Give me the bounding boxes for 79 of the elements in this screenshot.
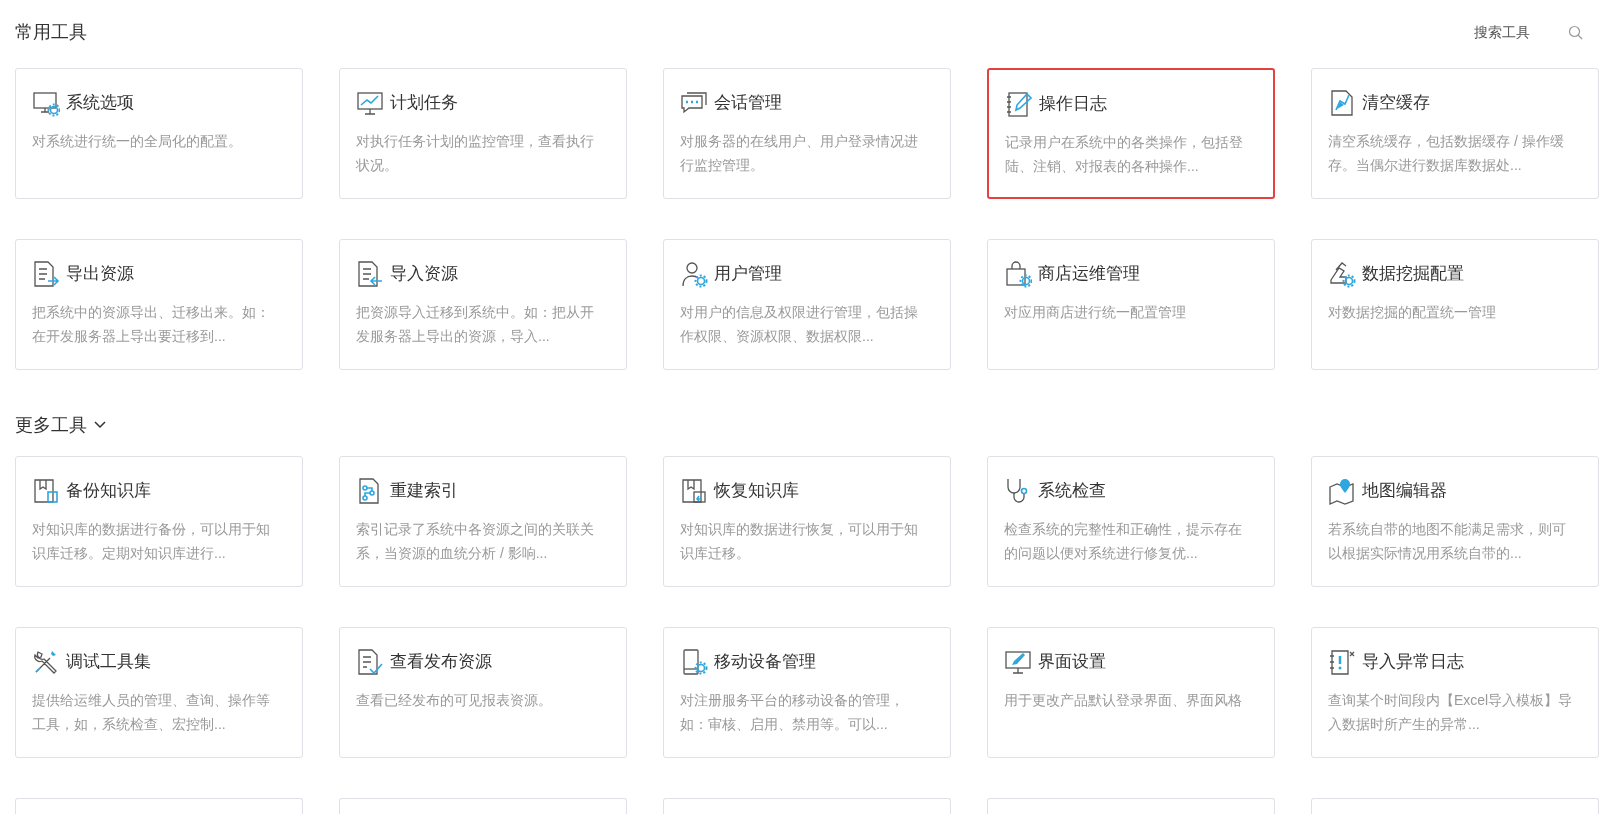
tool-card[interactable]: 系统选项 对系统进行统一的全局化的配置。 xyxy=(15,68,303,199)
user-gear-icon xyxy=(680,260,708,288)
tool-card[interactable]: 导入异常日志 查询某个时间段内【Excel导入模板】导入数据时所产生的异常... xyxy=(1311,627,1599,758)
book-arrow-icon xyxy=(680,477,708,505)
tool-card[interactable]: 重建索引 索引记录了系统中各资源之间的关联关系，当资源的血统分析 / 影响... xyxy=(339,456,627,587)
tool-card[interactable]: 地图编辑器 若系统自带的地图不能满足需求，则可以根据实际情况用系统自带的... xyxy=(1311,456,1599,587)
card-title: 系统选项 xyxy=(66,92,134,115)
card-description: 用于更改产品默认登录界面、界面风格 xyxy=(1004,691,1243,710)
card-description: 对数据挖掘的配置统一管理 xyxy=(1328,303,1497,322)
card-description: 对注册服务平台的移动设备的管理，如：审核、启用、禁用等。可以... xyxy=(680,691,905,734)
book-copy-icon xyxy=(32,477,60,505)
card-title: 清空缓存 xyxy=(1362,92,1430,115)
card-title: 界面设置 xyxy=(1038,651,1106,674)
card-description: 索引记录了系统中各资源之间的关联关系，当资源的血统分析 / 影响... xyxy=(356,520,595,563)
card-title: 会话管理 xyxy=(714,92,782,115)
card-description: 对知识库的数据进行备份，可以用于知识库迁移。定期对知识库进行... xyxy=(32,520,271,563)
card-description: 对执行任务计划的监控管理，查看执行状况。 xyxy=(356,132,595,175)
card-title: 数据挖掘配置 xyxy=(1362,263,1464,286)
brush-document-icon xyxy=(1328,89,1356,117)
card-title: 计划任务 xyxy=(390,92,458,115)
card-title: 查看发布资源 xyxy=(390,651,492,674)
card-description: 把资源导入迁移到系统中。如：把从开发服务器上导出的资源，导入... xyxy=(356,303,595,346)
tool-card[interactable]: 移动设备管理 对注册服务平台的移动设备的管理，如：审核、启用、禁用等。可以... xyxy=(663,627,951,758)
card-title: 系统检查 xyxy=(1038,480,1106,503)
card-title: 导入资源 xyxy=(390,263,458,286)
tool-card[interactable]: 导入资源 把资源导入迁移到系统中。如：把从开发服务器上导出的资源，导入... xyxy=(339,239,627,370)
card-title: 操作日志 xyxy=(1039,93,1107,116)
chart-monitor-icon xyxy=(356,89,384,117)
document-alert-icon xyxy=(1328,648,1356,676)
card-title: 导出资源 xyxy=(66,263,134,286)
tool-card[interactable]: 会话管理 对服务器的在线用户、用户登录情况进行监控管理。 xyxy=(663,68,951,199)
bag-gear-icon xyxy=(1004,260,1032,288)
tool-card[interactable]: 商店运维管理 对应用商店进行统一配置管理 xyxy=(987,239,1275,370)
tool-card[interactable]: 数据挖掘配置 对数据挖掘的配置统一管理 xyxy=(1311,239,1599,370)
tool-card[interactable]: 恢复知识库 对知识库的数据进行恢复，可以用于知识库迁移。 xyxy=(663,456,951,587)
monitor-gear-icon xyxy=(32,89,60,117)
tool-card[interactable]: 调试工具集 提供给运维人员的管理、查询、操作等工具，如，系统检查、宏控制... xyxy=(15,627,303,758)
tool-card[interactable]: 用户管理 对用户的信息及权限进行管理，包括操作权限、资源权限、数据权限... xyxy=(663,239,951,370)
card-description: 记录用户在系统中的各类操作，包括登陆、注销、对报表的各种操作... xyxy=(1005,133,1244,176)
document-check-icon xyxy=(356,648,384,676)
card-title: 用户管理 xyxy=(714,263,782,286)
card-title: 移动设备管理 xyxy=(714,651,816,674)
tool-card[interactable]: 清空缓存 清空系统缓存，包括数据缓存 / 操作缓存。当偶尔进行数据库数据处... xyxy=(1311,68,1599,199)
search-field[interactable]: 搜索工具 xyxy=(1474,21,1538,43)
tool-card[interactable]: 系统检查 检查系统的完整性和正确性，提示存在的问题以便对系统进行修复优... xyxy=(987,456,1275,587)
card-description: 查询某个时间段内【Excel导入模板】导入数据时所产生的异常... xyxy=(1328,691,1574,734)
card-description: 对服务器的在线用户、用户登录情况进行监控管理。 xyxy=(680,132,919,175)
card-description: 对用户的信息及权限进行管理，包括操作权限、资源权限、数据权限... xyxy=(680,303,919,346)
phone-gear-icon xyxy=(680,648,708,676)
card-title: 调试工具集 xyxy=(66,651,151,674)
tool-card[interactable]: 操作日志 记录用户在系统中的各类操作，包括登陆、注销、对报表的各种操作... xyxy=(987,68,1275,199)
monitor-brush-icon xyxy=(1004,648,1032,676)
search-icon xyxy=(1568,24,1583,40)
section-title: 更多工具 xyxy=(15,413,87,437)
tool-card[interactable]: 计划任务 对执行任务计划的监控管理，查看执行状况。 xyxy=(339,68,627,199)
document-import-icon xyxy=(356,260,384,288)
tool-card[interactable]: 界面设置 用于更改产品默认登录界面、界面风格 xyxy=(987,627,1275,758)
tool-card[interactable]: 备份知识库 对知识库的数据进行备份，可以用于知识库迁移。定期对知识库进行... xyxy=(15,456,303,587)
card-description: 把系统中的资源导出、迁移出来。如：在开发服务器上导出要迁移到... xyxy=(32,303,271,346)
section-title: 常用工具 xyxy=(15,20,87,44)
card-description: 对应用商店进行统一配置管理 xyxy=(1004,303,1187,322)
map-pin-icon xyxy=(1328,477,1356,505)
card-description: 清空系统缓存，包括数据缓存 / 操作缓存。当偶尔进行数据库数据处... xyxy=(1328,132,1565,175)
card-description: 对系统进行统一的全局化的配置。 xyxy=(32,132,243,151)
card-description: 若系统自带的地图不能满足需求，则可以根据实际情况用系统自带的... xyxy=(1328,520,1567,563)
card-description: 对知识库的数据进行恢复，可以用于知识库迁移。 xyxy=(680,520,919,563)
card-title: 地图编辑器 xyxy=(1362,480,1447,503)
card-description: 检查系统的完整性和正确性，提示存在的问题以便对系统进行修复优... xyxy=(1004,520,1243,563)
card-title: 恢复知识库 xyxy=(714,480,799,503)
document-export-icon xyxy=(32,260,60,288)
card-title: 备份知识库 xyxy=(66,480,151,503)
card-description: 查看已经发布的可见报表资源。 xyxy=(356,691,553,710)
card-title: 商店运维管理 xyxy=(1038,263,1140,286)
card-title: 重建索引 xyxy=(390,480,458,503)
tool-card[interactable]: 导出资源 把系统中的资源导出、迁移出来。如：在开发服务器上导出要迁移到... xyxy=(15,239,303,370)
card-title: 导入异常日志 xyxy=(1362,651,1464,674)
notebook-pen-icon xyxy=(1005,90,1033,118)
tool-card[interactable]: 查看发布资源 查看已经发布的可见报表资源。 xyxy=(339,627,627,758)
card-description: 提供给运维人员的管理、查询、操作等工具，如，系统检查、宏控制... xyxy=(32,691,271,734)
